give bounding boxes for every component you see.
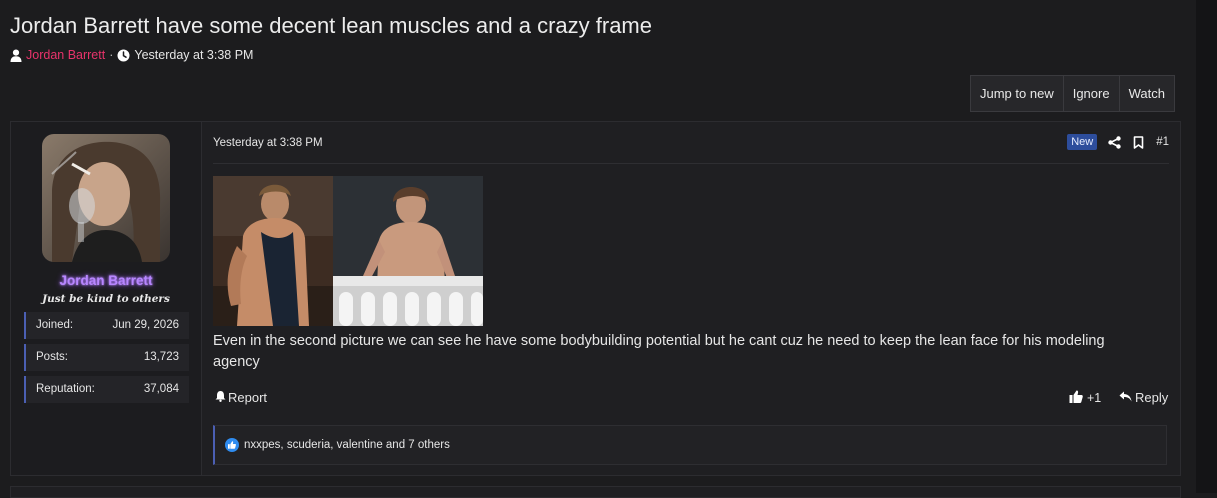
post-number[interactable]: #1 — [1156, 136, 1169, 148]
react-button[interactable]: +1 — [1069, 390, 1101, 406]
jump-to-new-button[interactable]: Jump to new — [971, 76, 1064, 111]
avatar[interactable] — [42, 134, 170, 262]
thread-actions: Jump to new Ignore Watch — [970, 75, 1175, 112]
user-stat-posts: Posts: 13,723 — [24, 344, 189, 371]
post-date[interactable]: Yesterday at 3:38 PM — [213, 137, 323, 149]
stat-value: 37,084 — [143, 383, 179, 395]
thumbs-up-icon — [1069, 390, 1083, 406]
next-post — [10, 486, 1181, 498]
bell-icon — [215, 390, 226, 405]
post-body: Even in the second picture we can see he… — [213, 333, 1105, 370]
share-icon[interactable] — [1108, 135, 1121, 149]
post-image-2[interactable] — [333, 176, 483, 326]
stat-label: Joined: — [36, 319, 74, 331]
thread-author-link[interactable]: Jordan Barrett — [26, 48, 105, 62]
like-icon — [225, 438, 239, 457]
user-icon — [10, 49, 22, 62]
user-stat-reputation: Reputation: 37,084 — [24, 376, 189, 403]
meta-separator: · — [109, 48, 114, 62]
reply-icon — [1119, 390, 1132, 405]
post-username[interactable]: Jordan Barrett — [11, 273, 201, 288]
stat-label: Reputation: — [36, 383, 95, 395]
reactions-bar: nxxpes, scuderia, valentine and 7 others — [213, 425, 1167, 465]
post: Jordan Barrett Just be kind to others Jo… — [10, 121, 1181, 476]
page-scroll-gutter — [1196, 0, 1217, 493]
stat-value: 13,723 — [143, 351, 179, 363]
ignore-button[interactable]: Ignore — [1064, 76, 1120, 111]
user-stat-joined: Joined: Jun 29, 2026 — [24, 312, 189, 339]
post-divider — [213, 163, 1169, 164]
thread-meta: Jordan Barrett · Yesterday at 3:38 PM — [10, 48, 253, 62]
user-title: Just be kind to others — [42, 293, 170, 305]
bookmark-icon[interactable] — [1133, 135, 1144, 149]
watch-button[interactable]: Watch — [1120, 76, 1174, 111]
thread-time[interactable]: Yesterday at 3:38 PM — [134, 48, 253, 62]
post-image-1[interactable] — [213, 176, 333, 326]
post-user-panel: Jordan Barrett Just be kind to others Jo… — [11, 122, 202, 475]
reaction-count: +1 — [1087, 391, 1102, 405]
report-button[interactable]: Report — [215, 390, 267, 405]
post-tools: New #1 — [1067, 134, 1169, 150]
stat-value: Jun 29, 2026 — [112, 319, 179, 331]
reply-button[interactable]: Reply — [1119, 390, 1168, 405]
clock-icon — [117, 49, 130, 62]
reply-label: Reply — [1135, 390, 1169, 405]
stat-label: Posts: — [36, 351, 68, 363]
thread-title: Jordan Barrett have some decent lean mus… — [10, 13, 652, 38]
report-label: Report — [228, 390, 268, 405]
new-badge: New — [1067, 134, 1098, 150]
reactions-list[interactable]: nxxpes, scuderia, valentine and 7 others — [244, 439, 450, 451]
